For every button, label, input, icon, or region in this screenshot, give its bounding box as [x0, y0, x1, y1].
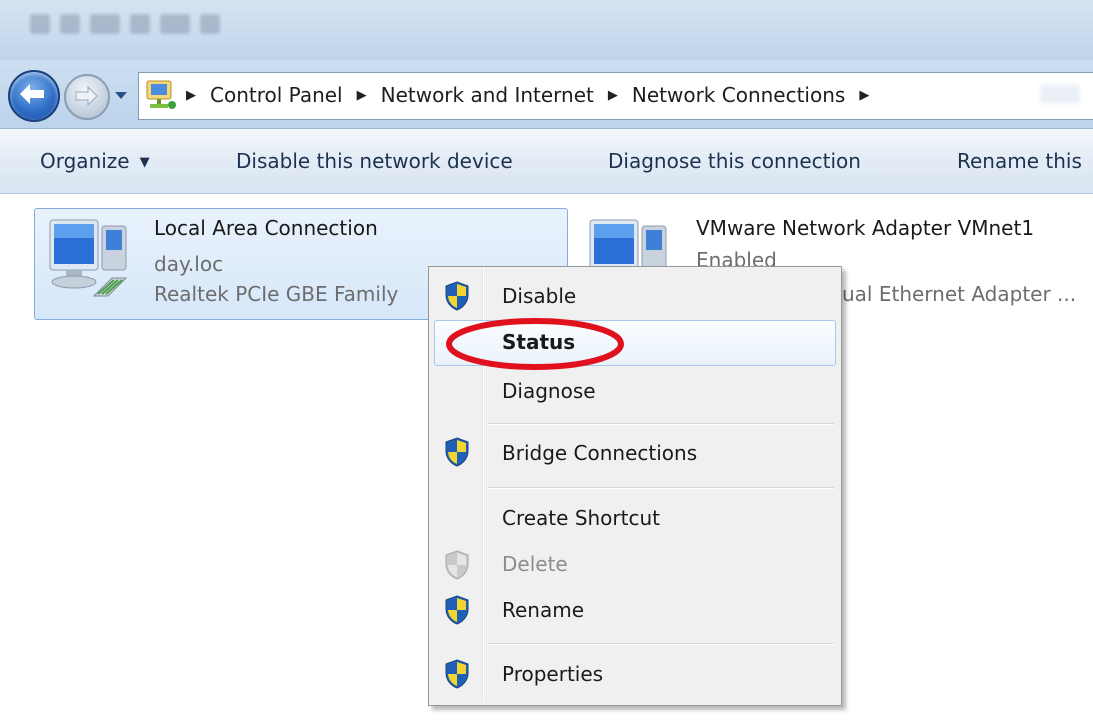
quick-access-toolbar: [30, 14, 220, 38]
uac-shield-icon: [445, 595, 469, 625]
breadcrumb-control-panel[interactable]: Control Panel: [210, 83, 343, 107]
breadcrumb-separator-icon[interactable]: ▶: [608, 88, 618, 103]
history-dropdown-icon[interactable]: [112, 86, 130, 104]
menu-separator: [488, 487, 834, 489]
breadcrumb-separator-icon[interactable]: ▶: [186, 88, 196, 103]
breadcrumb-separator-icon[interactable]: ▶: [357, 88, 367, 103]
network-folder-icon: [146, 80, 176, 109]
menu-separator: [488, 643, 834, 645]
menu-item-rename[interactable]: Rename: [502, 598, 584, 622]
rename-connection-button[interactable]: Rename this: [957, 129, 1082, 193]
uac-shield-icon: [445, 550, 469, 580]
network-adapter-icon: [49, 219, 128, 297]
connection-adapter: Realtek PCIe GBE Family: [154, 282, 399, 306]
annotation-red-ellipse: [446, 318, 624, 370]
menu-item-bridge-connections[interactable]: Bridge Connections: [502, 441, 697, 465]
chevron-down-icon: ▼: [139, 155, 150, 170]
breadcrumb-network-and-internet[interactable]: Network and Internet: [381, 83, 594, 107]
forward-button[interactable]: [64, 74, 110, 120]
forward-arrow-icon: [75, 85, 98, 107]
menu-item-diagnose[interactable]: Diagnose: [502, 379, 596, 403]
disable-device-button[interactable]: Disable this network device: [236, 129, 513, 193]
breadcrumb: ▶ Control Panel ▶ Network and Internet ▶…: [186, 72, 883, 118]
connection-name: VMware Network Adapter VMnet1: [696, 216, 1035, 240]
menu-item-create-shortcut[interactable]: Create Shortcut: [502, 506, 660, 530]
search-box[interactable]: [1040, 85, 1080, 103]
breadcrumb-separator-icon[interactable]: ▶: [859, 88, 869, 103]
menu-separator: [488, 423, 834, 425]
menu-item-properties[interactable]: Properties: [502, 662, 603, 686]
back-arrow-icon: [20, 84, 44, 104]
connection-status: day.loc: [154, 252, 224, 276]
menu-item-delete: Delete: [502, 552, 568, 576]
menu-item-disable[interactable]: Disable: [502, 284, 576, 308]
connection-name: Local Area Connection: [154, 216, 378, 240]
uac-shield-icon: [445, 659, 469, 689]
breadcrumb-network-connections[interactable]: Network Connections: [632, 83, 845, 107]
organize-label: Organize: [40, 149, 130, 173]
organize-button[interactable]: Organize ▼: [40, 129, 150, 193]
command-bar: [0, 129, 1093, 194]
diagnose-connection-button[interactable]: Diagnose this connection: [608, 129, 861, 193]
connection-adapter: ual Ethernet Adapter ...: [842, 282, 1077, 306]
back-button[interactable]: [8, 70, 60, 122]
uac-shield-icon: [445, 281, 469, 311]
uac-shield-icon: [445, 437, 469, 467]
